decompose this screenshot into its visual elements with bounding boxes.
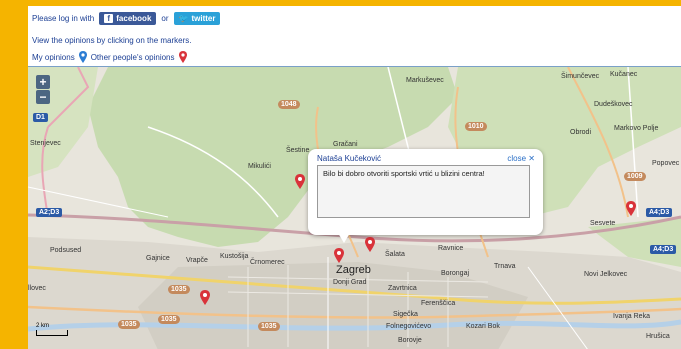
facebook-icon: f: [104, 14, 114, 23]
place-label: Kučanec: [610, 71, 638, 78]
road-shield: 1035: [118, 320, 140, 329]
place-label: Mikulići: [248, 163, 271, 170]
opinion-marker-red[interactable]: [334, 248, 344, 263]
opinion-marker-red[interactable]: [200, 290, 210, 305]
place-label: llovec: [28, 285, 46, 292]
place-label: Podsused: [50, 247, 82, 254]
place-label: Borongaj: [441, 270, 470, 277]
place-label: Gajnice: [146, 255, 170, 262]
login-prompt: Please log in with: [32, 14, 95, 23]
place-label: Sesvete: [590, 220, 616, 227]
popup-close-button[interactable]: close ✕: [507, 154, 535, 163]
place-label: Kozari Bok: [466, 323, 500, 330]
facebook-login-button[interactable]: f facebook: [99, 12, 157, 25]
place-label: Gračani: [333, 141, 358, 148]
twitter-label: twitter: [191, 14, 216, 23]
road-shield: 1035: [258, 322, 280, 331]
scale-bar: 2 km: [36, 323, 68, 336]
legend-my-opinions-label: My opinions: [32, 52, 75, 62]
place-label: Zavrtnica: [388, 285, 417, 292]
opinion-marker-red[interactable]: [365, 237, 375, 252]
popup-opinion-text: Bilo bi dobro otvoriti sportski vrtić u …: [317, 165, 530, 218]
instructions-text: View the opinions by clicking on the mar…: [32, 36, 192, 45]
road-shield: A4;D3: [650, 245, 677, 254]
road-shield: 1010: [465, 122, 487, 131]
place-label: Markovo Polje: [614, 125, 659, 132]
or-separator: or: [161, 14, 169, 23]
place-label: Črnomerec: [250, 259, 285, 266]
opinion-popup: Nataša Kučeković close ✕ Bilo bi dobro o…: [308, 149, 543, 243]
place-label: Folnegovićevo: [386, 323, 432, 330]
place-label: Donji Grad: [333, 279, 367, 286]
blue-marker-icon: [78, 51, 87, 63]
place-label: Šalata: [385, 251, 405, 258]
facebook-label: facebook: [116, 14, 152, 23]
place-label: Vrapče: [186, 257, 208, 264]
road-shield: D1: [33, 113, 48, 122]
twitter-login-button[interactable]: 🐦 twitter: [173, 12, 221, 25]
place-label-city: Zagreb: [336, 264, 371, 276]
place-label: Popovec: [652, 160, 680, 167]
place-label: Sigečka: [393, 311, 418, 318]
place-label: Stenjevec: [30, 140, 61, 147]
place-label: Ivanja Reka: [613, 313, 650, 320]
road-shield: A2;D3: [36, 208, 63, 217]
scale-label: 2 km: [36, 323, 50, 329]
popup-tail: [338, 233, 350, 243]
place-label: Hrušica: [646, 333, 670, 340]
road-shield: 1048: [278, 100, 300, 109]
marker-legend: My opinions Other people's opinions: [32, 51, 187, 63]
road-shield: 1035: [168, 285, 190, 294]
place-label: Novi Jelkovec: [584, 271, 628, 278]
road-shield: 1009: [624, 172, 646, 181]
popup-author: Nataša Kučeković: [317, 154, 382, 163]
place-label: Ferenščica: [421, 300, 456, 307]
map-view[interactable]: + − 2 km Markuševec Šestine Gračani Miku…: [28, 66, 681, 349]
opinion-marker-red[interactable]: [295, 174, 305, 189]
place-label: Šestine: [286, 147, 310, 154]
page-panel: Please log in with f facebook or 🐦 twitt…: [28, 6, 681, 349]
red-marker-icon: [178, 51, 187, 63]
legend-other-opinions-label: Other people's opinions: [90, 52, 175, 62]
place-label: Dudeškovec: [594, 101, 633, 108]
login-row: Please log in with f facebook or 🐦 twitt…: [32, 12, 221, 25]
place-label: Kustošija: [220, 253, 249, 260]
place-label: Obrodi: [570, 129, 592, 136]
place-label: Borovje: [398, 337, 422, 344]
opinion-marker-red[interactable]: [626, 201, 636, 216]
place-label: Markuševec: [406, 77, 444, 84]
road-shield: A4;D3: [646, 208, 673, 217]
place-label: Ravnice: [438, 245, 464, 252]
twitter-bird-icon: 🐦: [178, 14, 189, 23]
zoom-in-button[interactable]: +: [36, 75, 50, 89]
road-shield: 1035: [158, 315, 180, 324]
place-label: Šimunčevec: [561, 73, 600, 80]
scale-line: [36, 330, 68, 336]
place-label: Trnava: [494, 263, 516, 270]
zoom-control: + −: [36, 75, 50, 105]
zoom-out-button[interactable]: −: [36, 90, 50, 104]
